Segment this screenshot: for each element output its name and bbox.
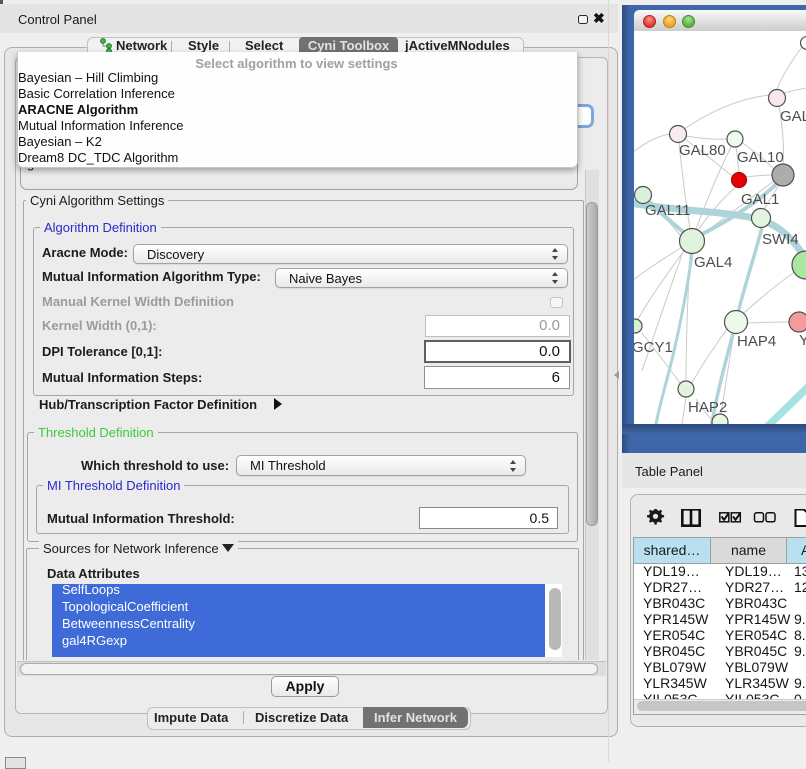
svg-text:GAL: GAL — [780, 108, 806, 125]
svg-text:HAP4: HAP4 — [737, 333, 776, 350]
svg-text:SWI4: SWI4 — [762, 231, 799, 248]
svg-text:GAL10: GAL10 — [737, 149, 784, 166]
svg-text:HAP2: HAP2 — [688, 399, 727, 416]
svg-text:GAL11: GAL11 — [645, 202, 691, 219]
svg-text:GAL80: GAL80 — [679, 142, 726, 159]
svg-text:GAL4: GAL4 — [694, 254, 732, 271]
svg-text:Y: Y — [799, 332, 806, 349]
svg-text:GAL1: GAL1 — [741, 191, 779, 208]
svg-text:GCY1: GCY1 — [634, 339, 673, 356]
